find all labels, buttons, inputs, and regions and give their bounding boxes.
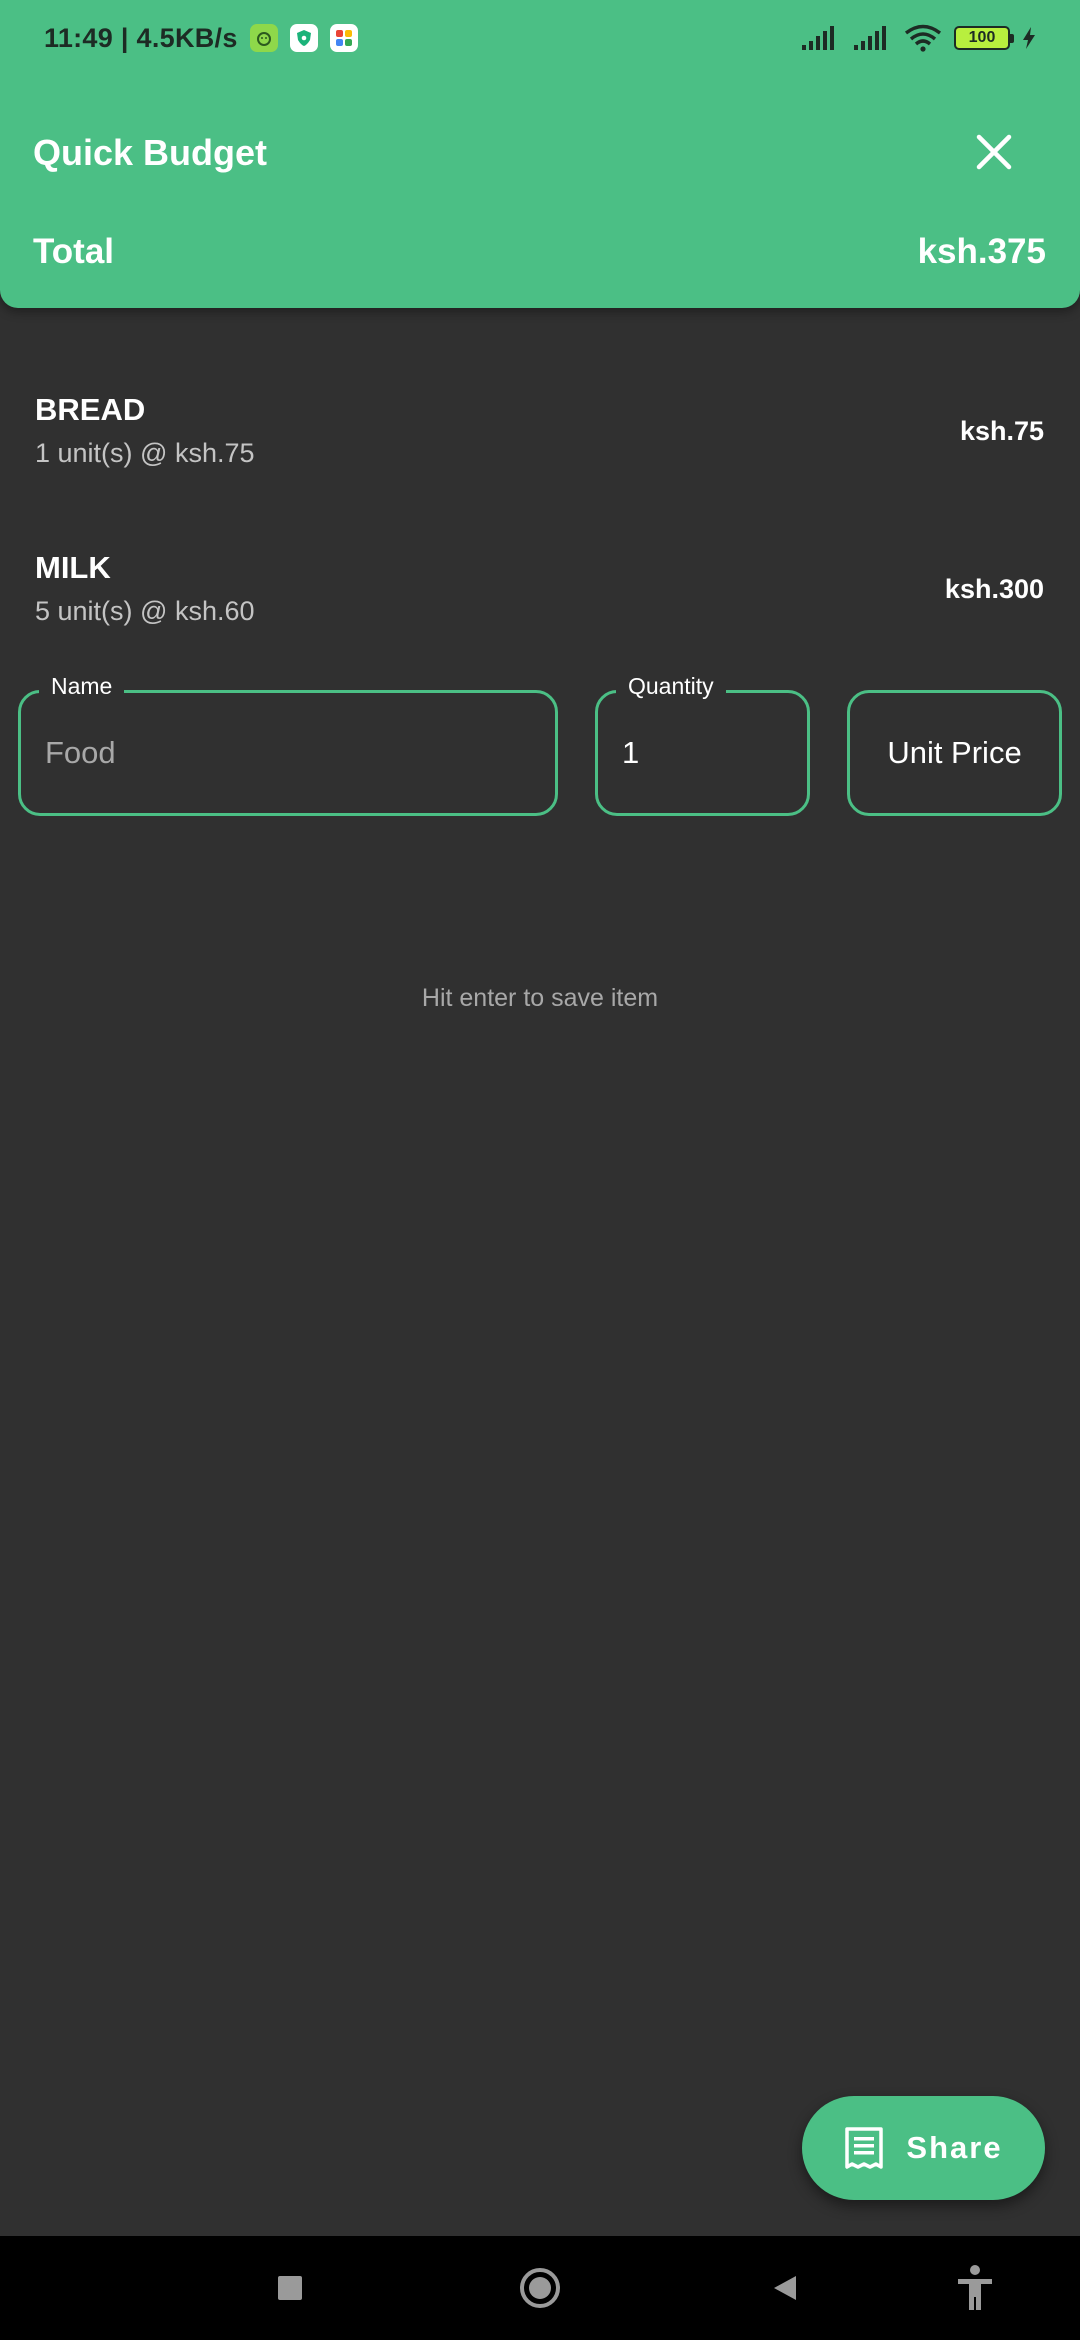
- close-button[interactable]: [964, 122, 1024, 182]
- status-left: 11:49 | 4.5KB/s: [44, 23, 358, 54]
- status-right: 100: [800, 24, 1036, 52]
- total-value: ksh.375: [917, 232, 1046, 271]
- signal-icon: [854, 26, 886, 50]
- item-detail: 5 unit(s) @ ksh.60: [35, 596, 255, 626]
- screen: 11:49 | 4.5KB/s 100 Quick Budget Total k…: [0, 0, 1080, 2340]
- list-item[interactable]: MILK 5 unit(s) @ ksh.60 ksh.300: [0, 550, 1080, 700]
- charging-icon: [1023, 27, 1035, 49]
- item-name: MILK: [35, 550, 111, 585]
- triangle-icon: [774, 2276, 796, 2300]
- list-item[interactable]: BREAD 1 unit(s) @ ksh.75 ksh.75: [0, 392, 1080, 542]
- recents-button[interactable]: [245, 2236, 335, 2340]
- share-label: Share: [906, 2130, 1003, 2165]
- status-time-speed: 11:49 | 4.5KB/s: [44, 22, 238, 53]
- android-app-icon: [249, 24, 278, 52]
- system-nav-bar: [0, 2236, 1080, 2340]
- battery-icon: 100: [954, 26, 1014, 50]
- home-button[interactable]: [495, 2236, 585, 2340]
- quantity-input[interactable]: [598, 693, 807, 813]
- item-total: ksh.300: [944, 574, 1044, 604]
- page-title: Quick Budget: [33, 132, 268, 173]
- back-button[interactable]: [740, 2236, 830, 2340]
- square-icon: [278, 2276, 302, 2300]
- share-button[interactable]: Share: [802, 2096, 1045, 2200]
- quantity-field[interactable]: Quantity: [595, 673, 810, 816]
- unit-price-input[interactable]: [850, 693, 1059, 813]
- item-detail: 1 unit(s) @ ksh.75: [35, 438, 255, 468]
- close-icon: [976, 134, 1012, 170]
- receipt-icon: [845, 2127, 884, 2169]
- accessibility-button[interactable]: [930, 2236, 1020, 2340]
- shield-app-icon: [289, 24, 318, 52]
- hint-text: Hit enter to save item: [421, 984, 659, 1012]
- name-input[interactable]: [21, 693, 555, 813]
- signal-icon: [802, 26, 834, 50]
- unit-price-field[interactable]: [847, 690, 1062, 816]
- wifi-icon: [904, 24, 942, 52]
- accessibility-icon: [958, 2265, 992, 2310]
- app-header: 11:49 | 4.5KB/s 100 Quick Budget Total k…: [0, 0, 1080, 308]
- photos-app-icon: [329, 24, 358, 52]
- item-name: BREAD: [35, 392, 146, 427]
- name-field[interactable]: Name: [18, 673, 558, 816]
- circle-icon: [520, 2268, 560, 2308]
- total-label: Total: [33, 232, 115, 271]
- item-total: ksh.75: [959, 416, 1044, 446]
- status-bar: 11:49 | 4.5KB/s 100: [0, 0, 1080, 76]
